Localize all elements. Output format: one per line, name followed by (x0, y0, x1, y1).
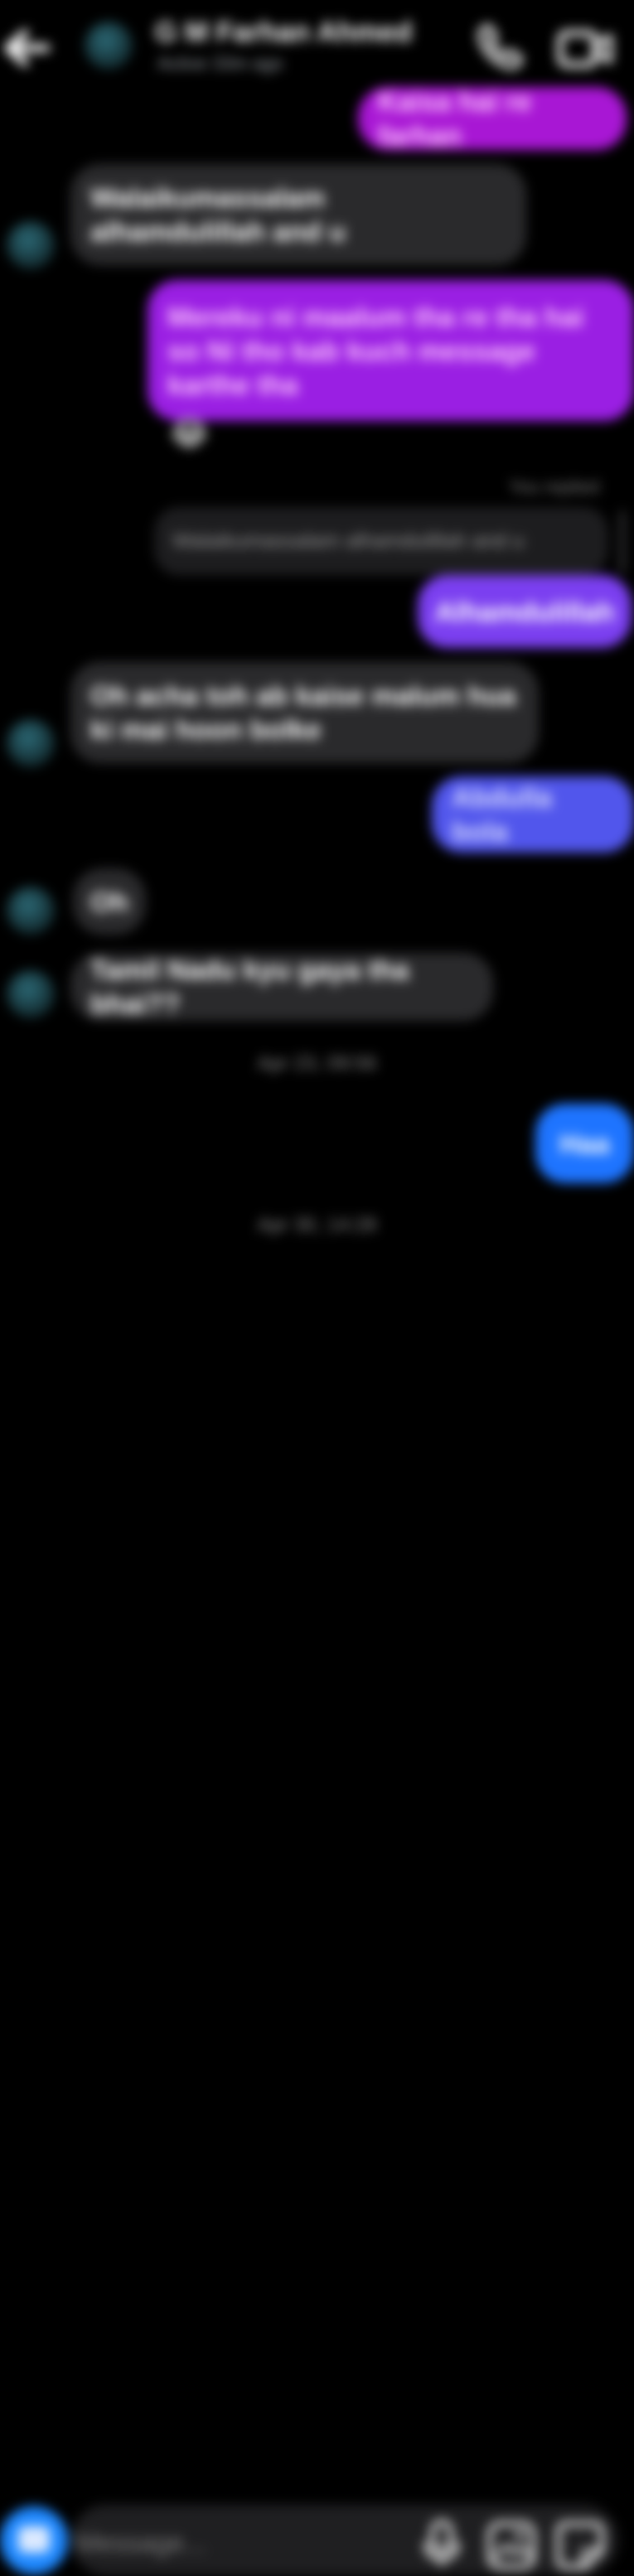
reply-label: You replied (509, 476, 600, 497)
contact-avatar[interactable] (85, 22, 133, 70)
screen-frame: G M Farhan Ahmed Active 33m ago Kaisa ha… (0, 0, 634, 2575)
message-text: Tamil Nadu kyu gaya tha bhai?? (90, 955, 409, 1019)
message-input[interactable] (75, 2527, 376, 2559)
message-bubble-outgoing[interactable]: Abdulla bola (432, 776, 634, 853)
message-bubble-incoming[interactable]: Tamil Nadu kyu gaya tha bhai?? (70, 953, 493, 1021)
quote-bar (620, 510, 625, 573)
video-camera-icon[interactable] (557, 25, 615, 73)
reaction-emoji[interactable]: 😂 (170, 416, 209, 452)
phone-icon[interactable] (474, 22, 525, 73)
message-bubble-incoming[interactable]: Oh (73, 868, 146, 935)
contact-status: Active 33m ago (157, 53, 283, 74)
sender-avatar[interactable] (7, 887, 55, 935)
chat-header: G M Farhan Ahmed Active 33m ago (0, 0, 634, 91)
sender-avatar[interactable] (7, 221, 55, 269)
message-text: Abdulla bola (452, 782, 552, 847)
camera-icon[interactable] (0, 2506, 68, 2574)
message-text: Kaisa hai re farhan (378, 86, 532, 151)
timestamp: Apr 30, 14:28 (257, 1214, 377, 1236)
message-bubble-incoming[interactable]: Oh acha toh ab kaise malum hua ki mai ho… (70, 662, 539, 763)
message-text: Oh (90, 886, 128, 917)
message-bubble-outgoing[interactable]: Kaisa hai re farhan (358, 86, 627, 151)
timestamp: Apr 23, 09:56 (257, 1052, 377, 1075)
arrow-left-icon[interactable] (2, 25, 51, 71)
message-composer (0, 1251, 634, 2575)
message-text: Alhamdulillah (434, 596, 615, 627)
quoted-message[interactable]: Walaikumassalam alhamdulillah and u (154, 507, 608, 575)
message-bubble-outgoing[interactable]: Mereku ni maalum tha re tha hai so Ni th… (148, 280, 634, 421)
contact-name[interactable]: G M Farhan Ahmed (155, 17, 412, 49)
microphone-icon[interactable] (419, 2519, 464, 2569)
message-text: Walaikumassalam alhamdulillah and u (90, 182, 346, 247)
image-icon[interactable] (485, 2519, 538, 2572)
message-bubble-outgoing[interactable]: Alhamdulillah (418, 575, 632, 648)
sender-avatar[interactable] (7, 719, 55, 767)
message-bubble-outgoing[interactable]: Haa (535, 1104, 634, 1183)
camera-glyph (18, 2526, 50, 2553)
message-bubble-incoming[interactable]: Walaikumassalam alhamdulillah and u (70, 164, 526, 265)
sender-avatar[interactable] (7, 970, 55, 1018)
sticker-icon[interactable] (554, 2519, 607, 2572)
message-text: Haa (559, 1128, 610, 1159)
message-text: Mereku ni maalum tha re tha hai so Ni th… (167, 301, 584, 400)
message-text: Oh acha toh ab kaise malum hua ki mai ho… (90, 680, 516, 745)
